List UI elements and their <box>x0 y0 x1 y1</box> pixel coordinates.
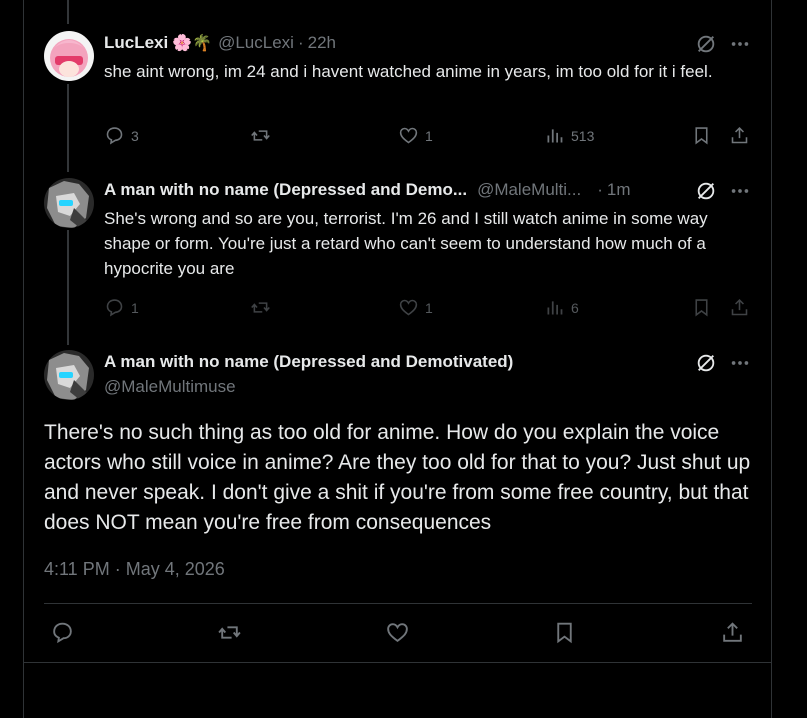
name-emojis: 🌸🌴 <box>172 35 213 52</box>
bookmark-button[interactable] <box>552 620 577 645</box>
share-button[interactable] <box>720 620 745 645</box>
share-icon <box>731 298 748 316</box>
reply-button[interactable] <box>50 620 75 645</box>
tweet-time[interactable]: 22h <box>308 33 336 53</box>
divider <box>24 662 771 663</box>
thread-line <box>67 84 69 172</box>
views-count: 513 <box>571 127 595 144</box>
more-icon[interactable] <box>729 33 751 55</box>
tweet-text: she aint wrong, im 24 and i havent watch… <box>104 62 713 81</box>
thread-line <box>67 230 69 345</box>
like-count: 1 <box>425 127 433 144</box>
retweet-button[interactable] <box>250 125 271 146</box>
bookmark-icon <box>557 622 572 644</box>
author-handle[interactable]: @MaleMultimuse <box>104 377 236 397</box>
main-tweet-text: There's no such thing as too old for ani… <box>44 421 751 534</box>
reply-icon <box>106 127 123 145</box>
views-count: 6 <box>571 299 579 316</box>
share-button[interactable] <box>729 297 750 318</box>
retweet-icon <box>251 302 270 313</box>
separator: · <box>597 180 603 199</box>
like-icon <box>399 299 418 316</box>
more-icon[interactable] <box>729 180 751 202</box>
bookmark-button[interactable] <box>691 125 712 146</box>
tweet-header: LucLexi 🌸🌴 @LucLexi · 22h <box>104 33 336 53</box>
author-name[interactable]: LucLexi <box>104 33 168 53</box>
main-author-handle-row: @MaleMultimuse <box>104 377 236 397</box>
separator: · <box>297 33 304 52</box>
like-count: 1 <box>425 299 433 316</box>
tweet-actions: 1 1 6 <box>104 297 754 323</box>
retweet-button[interactable] <box>217 620 242 645</box>
author-handle[interactable]: @LucLexi <box>218 33 294 53</box>
avatar[interactable] <box>44 178 94 228</box>
reply-icon <box>53 622 72 644</box>
tweet-text: She's wrong and so are you, terrorist. I… <box>104 209 708 278</box>
reply-icon <box>106 299 123 317</box>
avatar[interactable] <box>44 31 94 81</box>
grok-icon[interactable] <box>695 33 717 55</box>
bookmark-button[interactable] <box>691 297 712 318</box>
reply-button[interactable]: 1 <box>104 297 139 318</box>
more-icon[interactable] <box>729 352 751 374</box>
author-name[interactable]: A man with no name (Depressed and Demoti… <box>104 352 513 372</box>
views-icon <box>547 301 563 315</box>
like-button[interactable] <box>385 620 410 645</box>
views-icon <box>547 129 563 143</box>
tweet-timestamp[interactable]: 4:11 PM · May 4, 2026 <box>44 559 225 580</box>
tweet-time[interactable]: 1m <box>607 180 631 200</box>
avatar[interactable] <box>44 350 94 400</box>
main-author-name-row: A man with no name (Depressed and Demoti… <box>104 352 513 372</box>
reply-button[interactable]: 3 <box>104 125 139 146</box>
divider <box>44 603 752 604</box>
share-icon <box>723 622 742 642</box>
retweet-icon <box>251 130 270 141</box>
main-tweet-actions <box>50 620 750 646</box>
views-button[interactable]: 6 <box>544 297 579 318</box>
bookmark-icon <box>695 127 708 145</box>
retweet-icon <box>218 626 241 639</box>
reply-count: 3 <box>131 127 139 144</box>
grok-icon[interactable] <box>695 352 717 374</box>
like-button[interactable]: 1 <box>398 297 433 318</box>
share-button[interactable] <box>729 125 750 146</box>
grok-icon[interactable] <box>695 180 717 202</box>
views-button[interactable]: 513 <box>544 125 594 146</box>
author-name[interactable]: A man with no name (Depressed and Demo..… <box>104 180 467 200</box>
like-button[interactable]: 1 <box>398 125 433 146</box>
tweet-header: A man with no name (Depressed and Demo..… <box>104 180 631 200</box>
tweet-actions: 3 1 513 <box>104 125 754 151</box>
thread-line <box>67 0 69 24</box>
like-icon <box>387 623 408 642</box>
like-icon <box>399 127 418 144</box>
bookmark-icon <box>695 299 708 317</box>
author-handle[interactable]: @MaleMulti... <box>477 180 581 200</box>
reply-count: 1 <box>131 299 139 316</box>
retweet-button[interactable] <box>250 297 271 318</box>
share-icon <box>731 126 748 144</box>
